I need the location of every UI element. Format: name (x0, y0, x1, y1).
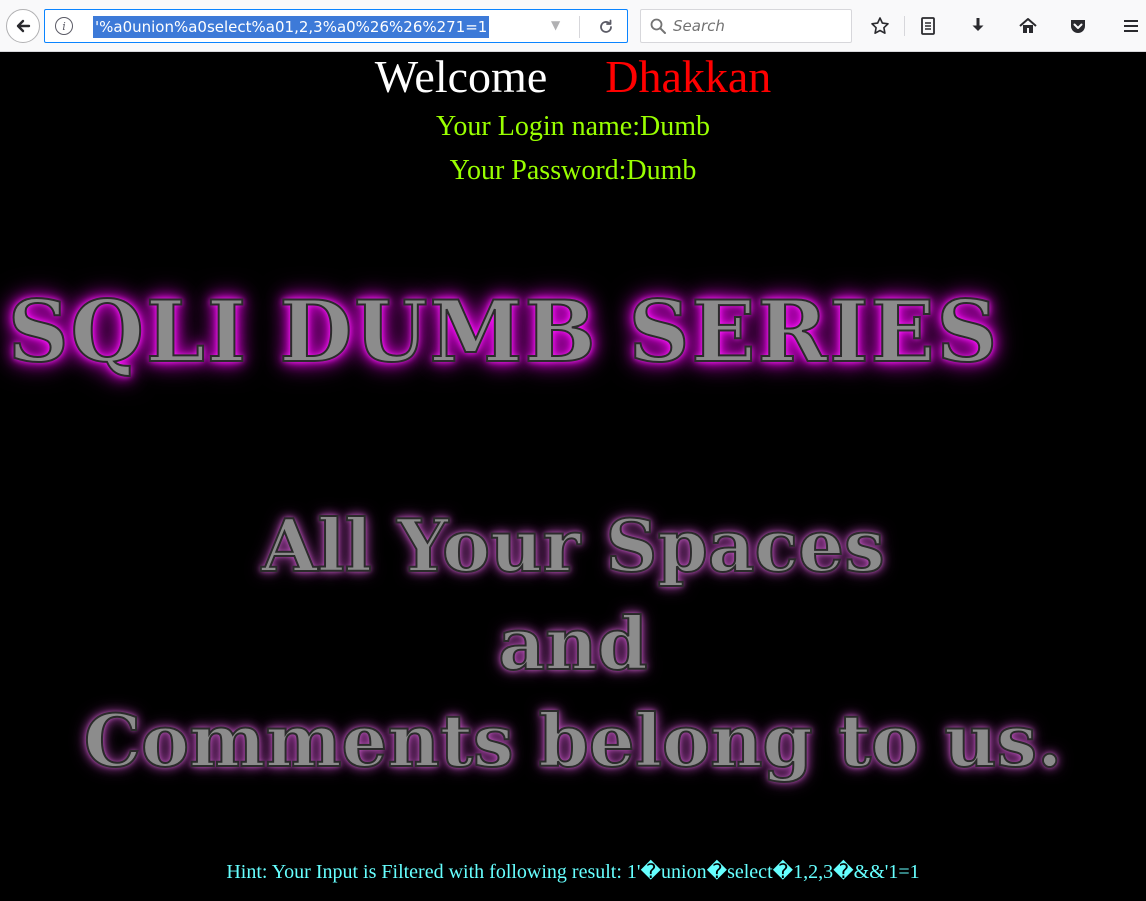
pocket-button[interactable] (1064, 12, 1092, 40)
banner-subtitle-line-2: and (497, 600, 648, 687)
banner-subtitle-line-1: All Your Spaces (260, 502, 885, 589)
reading-list-button[interactable] (914, 12, 942, 40)
reload-icon (600, 19, 612, 33)
password-text: Your Password:Dumb (449, 155, 697, 186)
url-text[interactable]: '%a0union%a0select%a01,2,3%a0%26%26%271=… (93, 16, 490, 38)
url-separator (579, 16, 580, 38)
home-icon (1019, 18, 1037, 33)
download-button[interactable] (964, 12, 992, 40)
welcome-name: Dhakkan (605, 52, 772, 102)
login-name-text: Your Login name:Dumb (435, 111, 711, 142)
back-arrow-icon (16, 19, 31, 33)
hamburger-menu-icon (1124, 20, 1138, 32)
banner-title: SQLI DUMB SERIES (7, 281, 1000, 382)
home-button[interactable] (1014, 12, 1042, 40)
back-button[interactable] (6, 9, 40, 43)
info-icon[interactable]: i (55, 17, 73, 35)
star-icon (871, 17, 889, 34)
url-dropdown-icon[interactable]: ▼ (551, 18, 560, 32)
search-icon (650, 18, 666, 34)
url-bar[interactable]: i '%a0union%a0select%a01,2,3%a0%26%26%27… (44, 9, 628, 43)
reading-list-icon (921, 17, 935, 35)
toolbar-divider (904, 16, 905, 36)
welcome-heading: Welcome Dhakkan (0, 52, 1146, 102)
browser-toolbar: i '%a0union%a0select%a01,2,3%a0%26%26%27… (0, 0, 1146, 52)
search-bar[interactable] (640, 9, 852, 43)
welcome-word: Welcome (374, 52, 548, 102)
banner-subtitle-line-3: Comments belong to us. (83, 697, 1063, 784)
menu-button[interactable] (1116, 12, 1144, 40)
download-icon (972, 18, 984, 31)
hint-text: Hint: Your Input is Filtered with follow… (226, 861, 920, 883)
page-content: Welcome Dhakkan Your Login name:Dumb Your… (0, 52, 1146, 901)
search-input[interactable] (673, 15, 843, 37)
reload-button[interactable] (593, 14, 619, 40)
bookmark-star-button[interactable] (866, 12, 894, 40)
pocket-icon (1071, 20, 1085, 33)
